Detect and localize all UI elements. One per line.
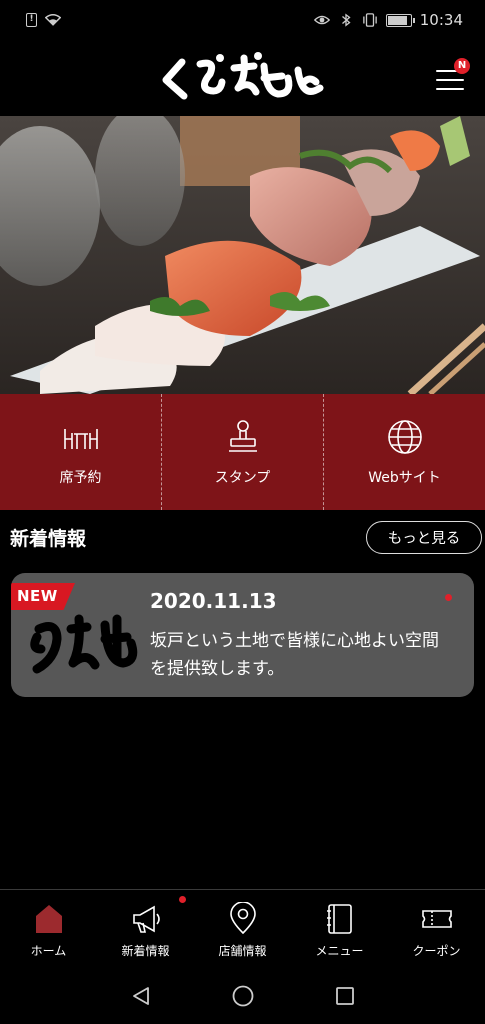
menu-bar-icon — [436, 88, 464, 90]
bottom-navigation: ホーム 新着情報 店舗情報 メニュー クーポン — [0, 889, 485, 967]
ticket-icon — [421, 910, 452, 928]
website-button[interactable]: Webサイト — [323, 394, 485, 510]
map-pin-icon — [229, 902, 256, 935]
sushi-platter-image — [0, 116, 485, 394]
new-badge-label: NEW — [17, 587, 58, 605]
quick-actions: 席予約 スタンプ Webサイト — [0, 394, 485, 510]
vibrate-icon — [362, 13, 377, 27]
stamp-icon — [228, 420, 257, 452]
eye-icon — [313, 15, 330, 25]
home-circle-icon[interactable] — [231, 984, 255, 1008]
nav-coupon[interactable]: クーポン — [388, 890, 485, 967]
nav-menu-label: メニュー — [315, 944, 364, 958]
nav-store-info[interactable]: 店舗情報 — [194, 890, 291, 967]
megaphone-icon — [132, 905, 160, 933]
app-header: N — [0, 40, 485, 116]
nav-news-badge — [179, 896, 186, 903]
news-text: 坂戸という土地で皆様に心地よい空間を提供致します。 — [150, 631, 439, 679]
news-date: 2020.11.13 — [150, 589, 277, 613]
brand-logo — [162, 52, 324, 100]
reservation-button[interactable]: 席予約 — [0, 394, 161, 510]
wifi-icon — [45, 14, 61, 26]
system-navigation-bar — [0, 967, 485, 1024]
reservation-label: 席予約 — [59, 470, 102, 486]
menu-book-icon — [326, 904, 352, 934]
battery-icon — [385, 13, 415, 27]
status-bar: ! 10:34 — [0, 0, 485, 40]
nav-news[interactable]: 新着情報 — [97, 890, 194, 967]
unread-indicator — [445, 594, 452, 601]
news-section-title: 新着情報 — [10, 528, 87, 550]
news-section-header: 新着情報 もっと見る — [0, 520, 485, 556]
bluetooth-icon — [341, 13, 351, 27]
recents-icon[interactable] — [333, 984, 357, 1008]
nav-menu[interactable]: メニュー — [291, 890, 388, 967]
globe-icon — [387, 420, 422, 454]
notification-badge: N — [454, 58, 470, 74]
home-icon — [35, 905, 62, 933]
status-time: 10:34 — [419, 11, 463, 29]
stamp-button[interactable]: スタンプ — [161, 394, 323, 510]
nav-home-label: ホーム — [30, 944, 67, 958]
website-label: Webサイト — [368, 470, 441, 486]
new-badge: NEW — [11, 583, 75, 610]
back-icon[interactable] — [129, 984, 153, 1008]
menu-bar-icon — [436, 79, 464, 81]
see-more-button[interactable]: もっと見る — [366, 521, 482, 554]
hero-image — [0, 116, 485, 394]
sim-alert-icon: ! — [26, 13, 37, 27]
table-chairs-icon — [63, 429, 98, 449]
nav-coupon-label: クーポン — [412, 944, 461, 958]
news-card[interactable]: NEW 2020.11.13 坂戸という土地で皆様に心地よい空間を提供致します。 — [11, 573, 474, 697]
stamp-label: スタンプ — [214, 470, 271, 486]
nav-news-label: 新着情報 — [121, 944, 170, 958]
nav-home[interactable]: ホーム — [0, 890, 97, 967]
nav-store-info-label: 店舗情報 — [218, 944, 267, 958]
